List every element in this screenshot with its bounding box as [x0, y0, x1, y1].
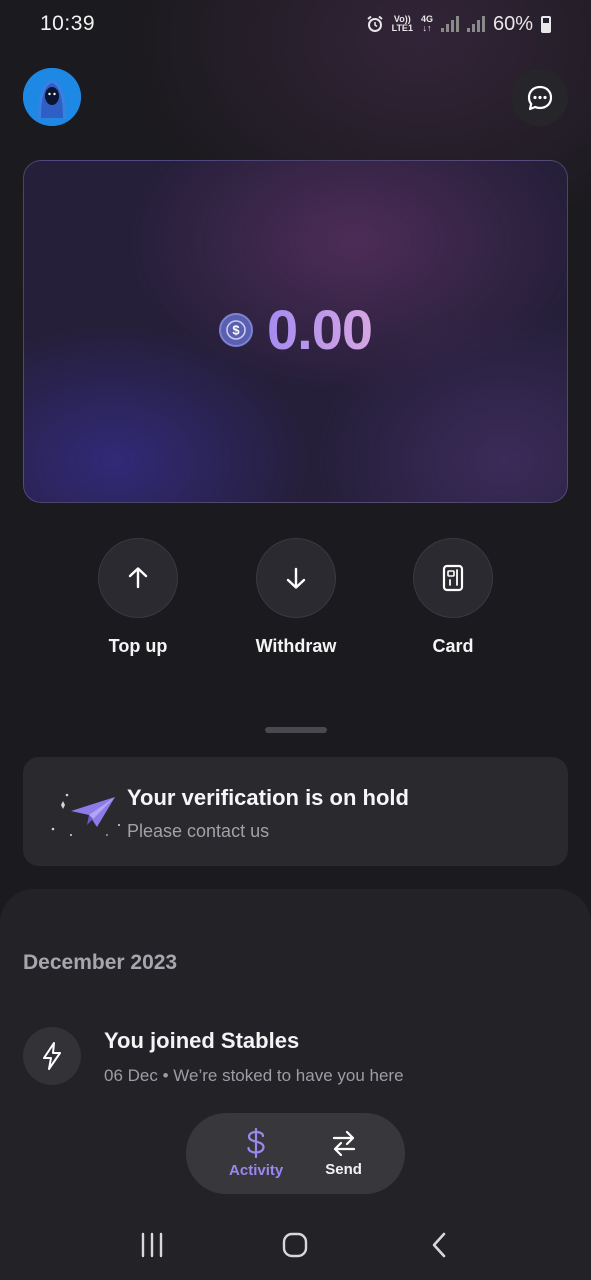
network-arrows-text: ↓↑ — [422, 23, 432, 33]
card-label: Card — [432, 636, 474, 656]
system-nav-bar — [0, 1210, 591, 1280]
card-button[interactable] — [413, 538, 493, 618]
battery-percent: 60% — [492, 12, 533, 35]
balance-row: $ 0.00 — [219, 297, 373, 362]
status-time: 10:39 — [40, 12, 96, 35]
volte-indicator: Vo)) LTE1 — [392, 15, 413, 33]
ghost-avatar-icon — [23, 68, 81, 126]
status-bar: 10:39 Vo)) LTE1 4G ↓↑ 60% — [0, 0, 591, 48]
top-up-button[interactable] — [98, 538, 178, 618]
card-action[interactable]: Card — [393, 538, 513, 657]
top-up-label: Top up — [108, 636, 168, 656]
balance-card[interactable]: $ 0.00 — [23, 160, 568, 503]
arrow-up-icon — [128, 567, 148, 589]
volte-bottom-text: LTE1 — [391, 23, 413, 33]
network-indicator: 4G ↓↑ — [421, 15, 433, 33]
alarm-icon — [366, 15, 383, 32]
app-screen: 10:39 Vo)) LTE1 4G ↓↑ 60% $ 0.00 Top up … — [0, 0, 591, 1280]
recents-button[interactable] — [127, 1220, 177, 1270]
drag-handle[interactable] — [265, 727, 327, 733]
paper-plane-icon — [51, 793, 121, 837]
verification-banner[interactable]: Your verification is on hold Please cont… — [23, 757, 568, 866]
bottom-tab-bar: Activity Send — [186, 1113, 405, 1194]
verification-subtitle: Please contact us — [127, 821, 270, 841]
tab-activity-label: Activity — [229, 1162, 284, 1179]
battery-icon — [541, 15, 551, 33]
home-icon — [283, 1232, 308, 1258]
signal-icon — [466, 16, 485, 32]
usdc-dollar-icon: $ — [219, 312, 253, 347]
arrow-down-icon — [286, 567, 306, 589]
lightning-icon — [23, 1027, 81, 1085]
tab-send-label: Send — [325, 1161, 362, 1178]
recents-icon — [141, 1232, 163, 1258]
back-icon — [432, 1232, 446, 1258]
withdraw-button[interactable] — [256, 538, 336, 618]
svg-text:$: $ — [232, 322, 240, 337]
activity-item-title[interactable]: You joined Stables — [104, 1028, 299, 1054]
card-icon — [442, 564, 464, 592]
back-button[interactable] — [414, 1220, 464, 1270]
signal-icon — [440, 16, 459, 32]
tab-activity[interactable]: Activity — [229, 1128, 283, 1179]
balance-amount: 0.00 — [267, 298, 373, 361]
activity-item-subtitle: 06 Dec • We’re stoked to have you here — [104, 1066, 404, 1085]
chat-button[interactable] — [511, 69, 568, 126]
tab-send[interactable]: Send — [325, 1129, 362, 1178]
home-button[interactable] — [270, 1220, 320, 1270]
withdraw-label: Withdraw — [255, 636, 337, 656]
chat-bubble-icon — [527, 85, 552, 110]
top-up-action[interactable]: Top up — [78, 538, 198, 657]
withdraw-action[interactable]: Withdraw — [236, 538, 356, 657]
status-indicators: Vo)) LTE1 4G ↓↑ 60% — [366, 13, 551, 36]
avatar[interactable] — [23, 68, 81, 126]
swap-arrows-icon — [332, 1130, 355, 1157]
dollar-icon — [247, 1128, 265, 1158]
month-header: December 2023 — [23, 951, 178, 974]
verification-title: Your verification is on hold — [127, 785, 409, 810]
